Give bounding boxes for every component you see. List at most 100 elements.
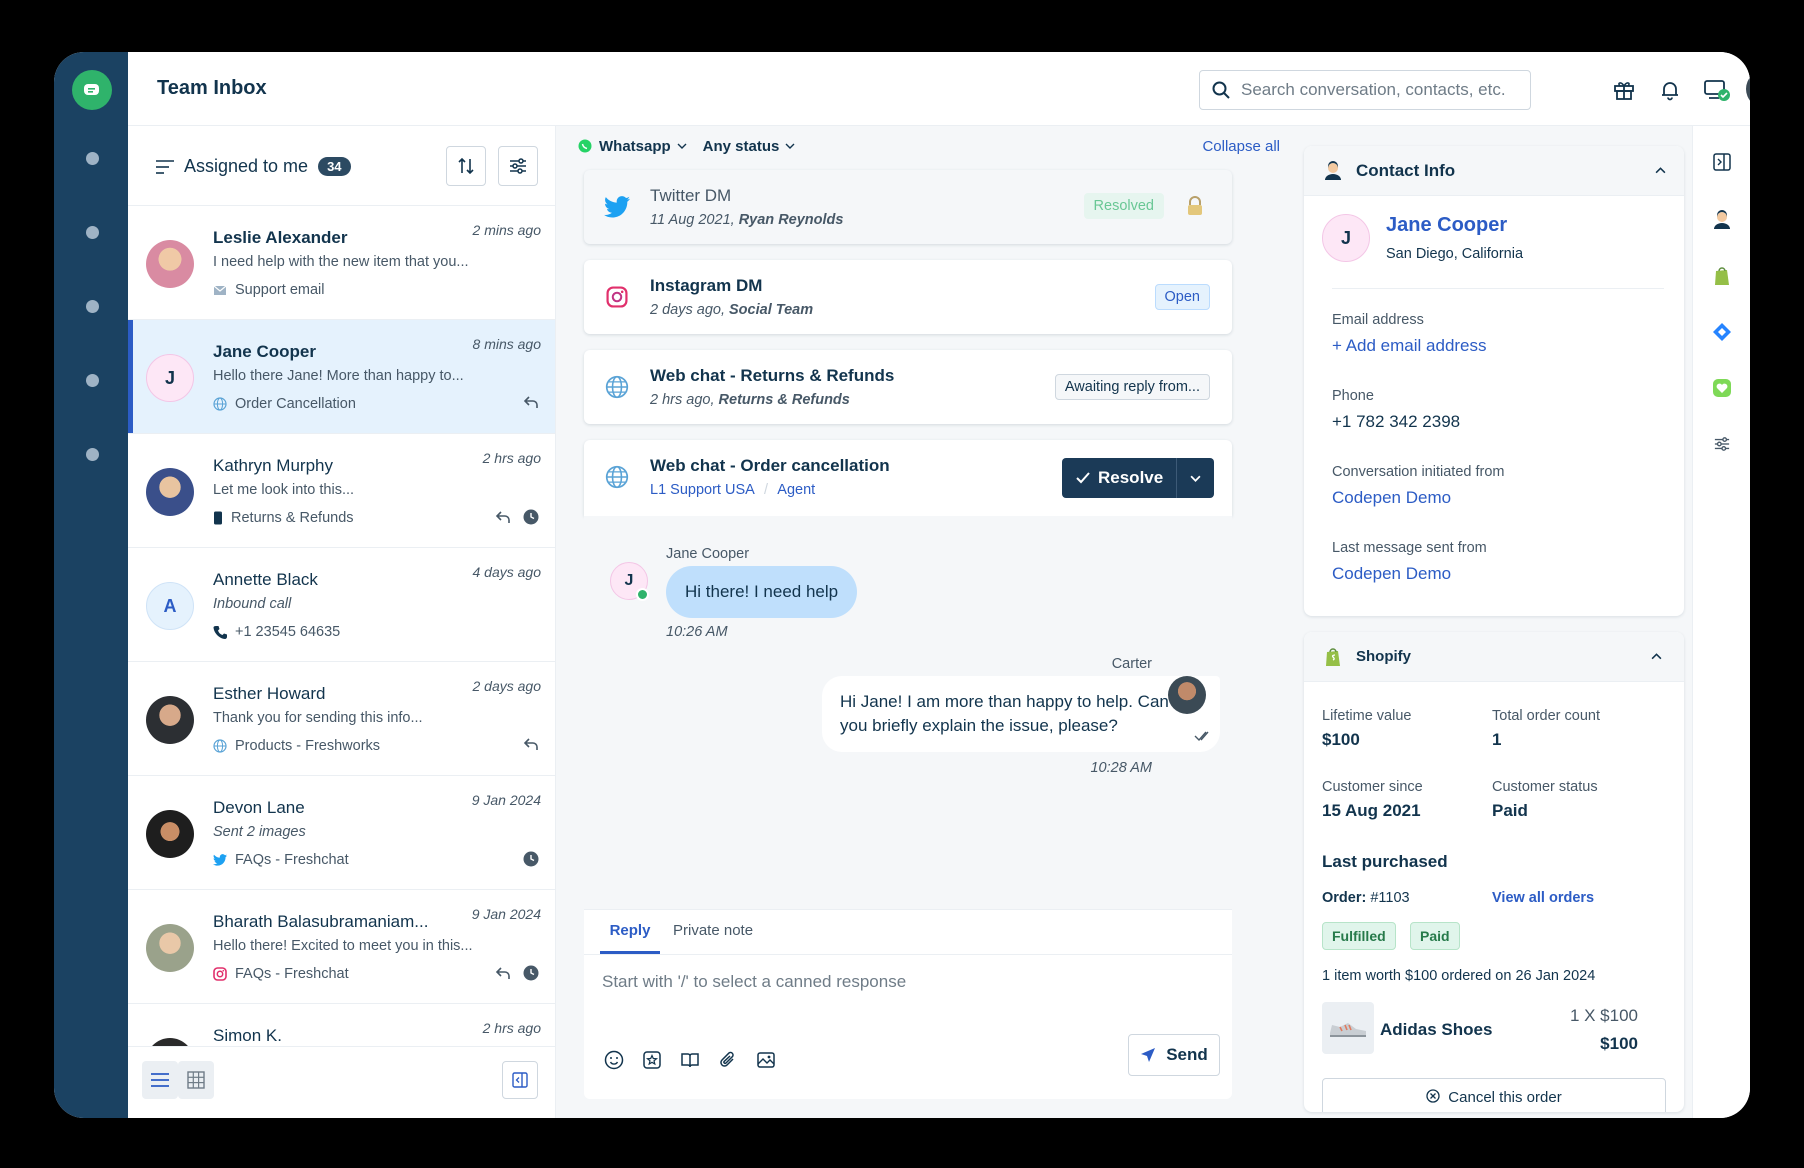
user-avatar[interactable] (1746, 70, 1750, 108)
contact-name: Leslie Alexander (213, 228, 348, 247)
chevron-down-icon (785, 143, 795, 149)
resolve-button[interactable]: Resolve (1062, 458, 1214, 498)
conversation-item[interactable]: J Jane Cooper 8 mins ago Hello there Jan… (128, 320, 555, 434)
conversation-card[interactable]: Web chat - Returns & Refunds 2 hrs ago, … (584, 350, 1232, 424)
conversation-item[interactable]: A Annette Black 4 days ago Inbound call … (128, 548, 555, 662)
collapse-all-link[interactable]: Collapse all (1202, 138, 1280, 155)
send-button[interactable]: Send (1128, 1034, 1220, 1076)
card-title: Web chat - Returns & Refunds (650, 366, 895, 385)
settings-sliders-icon[interactable] (1710, 432, 1734, 456)
collapse-panel-button[interactable] (502, 1061, 538, 1099)
sliders-icon (510, 158, 526, 174)
conversation-item[interactable]: Bharath Balasubramaniam... 9 Jan 2024 He… (128, 890, 555, 1004)
resolve-dropdown[interactable] (1176, 458, 1214, 498)
bell-icon[interactable] (1656, 76, 1684, 104)
emoji-icon[interactable] (604, 1050, 624, 1070)
conversation-item[interactable]: Kathryn Murphy 2 hrs ago Let me look int… (128, 434, 555, 548)
app-window: Team Inbox Search conversation, contacts… (54, 52, 1750, 1118)
tab-reply[interactable]: Reply (600, 910, 660, 954)
last-message-link[interactable]: Codepen Demo (1332, 564, 1451, 584)
contact-avatar-icon (1325, 160, 1341, 180)
contact-app-icon[interactable] (1710, 208, 1734, 232)
initiated-label: Conversation initiated from (1332, 464, 1505, 480)
avatar-initial: J (624, 572, 634, 589)
freshchat-logo-icon[interactable] (72, 70, 112, 110)
gift-icon[interactable] (1610, 76, 1638, 104)
group-link[interactable]: L1 Support USA (650, 482, 754, 498)
apps-sidebar (1692, 126, 1750, 1118)
book-icon[interactable] (680, 1050, 700, 1070)
conversation-time: 2 days ago (472, 678, 542, 694)
conversation-item[interactable]: Esther Howard 2 days ago Thank you for s… (128, 662, 555, 776)
tab-reply-label: Reply (609, 922, 651, 939)
chevron-down-icon (677, 143, 687, 149)
card-subtitle: 2 hrs ago, Returns & Refunds (650, 392, 850, 408)
cancel-label: Cancel this order (1448, 1089, 1562, 1106)
agent-status-icon[interactable] (1703, 76, 1731, 104)
add-email-link[interactable]: + Add email address (1332, 336, 1487, 356)
cancel-order-button[interactable]: Cancel this order (1322, 1078, 1666, 1112)
channel-filter[interactable]: Whatsapp (599, 138, 671, 155)
assigned-filter[interactable]: Assigned to me 34 (156, 156, 351, 177)
view-all-orders-link[interactable]: View all orders (1492, 890, 1594, 906)
image-icon[interactable] (756, 1050, 776, 1070)
clock-icon (523, 509, 539, 525)
tab-private-note[interactable]: Private note (673, 922, 753, 939)
agent-link[interactable]: Agent (777, 482, 815, 498)
contact-name: Simon K. (213, 1026, 282, 1045)
heart-app-icon[interactable] (1710, 376, 1734, 400)
conversation-card[interactable]: Twitter DM 11 Aug 2021, Ryan Reynolds Re… (584, 170, 1232, 244)
email-label: Email address (1332, 312, 1424, 328)
product-name[interactable]: Adidas Shoes (1380, 1020, 1492, 1040)
search-input[interactable]: Search conversation, contacts, etc. (1199, 70, 1531, 110)
search-icon (1212, 81, 1230, 99)
nav-dot-2[interactable] (86, 226, 99, 239)
card-subtitle: 11 Aug 2021, Ryan Reynolds (650, 212, 843, 228)
customer-since-label: Customer since (1322, 779, 1423, 795)
conversation-tag: Support email (213, 282, 324, 298)
instagram-icon (213, 967, 227, 981)
conversation-item[interactable]: Leslie Alexander 2 mins ago I need help … (128, 206, 555, 320)
canned-response-icon[interactable] (642, 1050, 662, 1070)
twitter-icon (604, 194, 630, 220)
conversation-card-active[interactable]: Web chat - Order cancellation L1 Support… (584, 440, 1232, 516)
nav-dot-5[interactable] (86, 448, 99, 461)
shopify-header[interactable]: Shopify (1304, 632, 1684, 682)
contact-name: Kathryn Murphy (213, 456, 333, 475)
conversation-preview: Let me look into this... (213, 482, 355, 498)
contact-avatar (146, 240, 194, 288)
table-view-button[interactable] (178, 1061, 214, 1099)
reply-input[interactable]: Start with '/' to select a canned respon… (602, 972, 906, 992)
filter-settings-button[interactable] (498, 146, 538, 186)
conversation-tag: Products - Freshworks (213, 738, 380, 754)
sort-button[interactable] (446, 146, 486, 186)
outgoing-message: Hi Jane! I am more than happy to help. C… (822, 676, 1220, 752)
contact-name[interactable]: Jane Cooper (1386, 214, 1507, 237)
conversation-card[interactable]: Instagram DM 2 days ago, Social Team Ope… (584, 260, 1232, 334)
conversation-item[interactable]: Devon Lane 9 Jan 2024 Sent 2 images FAQs… (128, 776, 555, 890)
panel-toggle-icon[interactable] (1710, 150, 1734, 174)
tag-label: FAQs - Freshchat (235, 852, 349, 868)
check-icon (1076, 472, 1090, 484)
list-footer (128, 1046, 555, 1118)
nav-dot-1[interactable] (86, 152, 99, 165)
conversation-time: 8 mins ago (472, 336, 541, 352)
list-view-button[interactable] (142, 1061, 178, 1099)
outgoing-sender: Carter (1111, 656, 1152, 672)
shopify-app-icon[interactable] (1710, 264, 1734, 288)
contact-info-header[interactable]: Contact Info (1304, 146, 1684, 196)
conversation-panel: Whatsapp Any status Collapse all Twitter… (556, 126, 1292, 1118)
outgoing-line-1: Hi Jane! I am more than happy to help. C… (840, 692, 1169, 711)
conversation-preview: Sent 2 images (213, 824, 306, 840)
customer-since-value: 15 Aug 2021 (1322, 801, 1421, 820)
status-filter[interactable]: Any status (703, 138, 780, 155)
contact-name: Esther Howard (213, 684, 326, 703)
attachment-icon[interactable] (718, 1050, 738, 1070)
jira-app-icon[interactable] (1710, 320, 1734, 344)
order-count-value: 1 (1492, 730, 1502, 749)
nav-dot-4[interactable] (86, 374, 99, 387)
initiated-link[interactable]: Codepen Demo (1332, 488, 1451, 508)
card-date: 2 days ago, (650, 302, 725, 318)
order-number: Order: #1103 (1322, 890, 1410, 906)
nav-dot-3[interactable] (86, 300, 99, 313)
